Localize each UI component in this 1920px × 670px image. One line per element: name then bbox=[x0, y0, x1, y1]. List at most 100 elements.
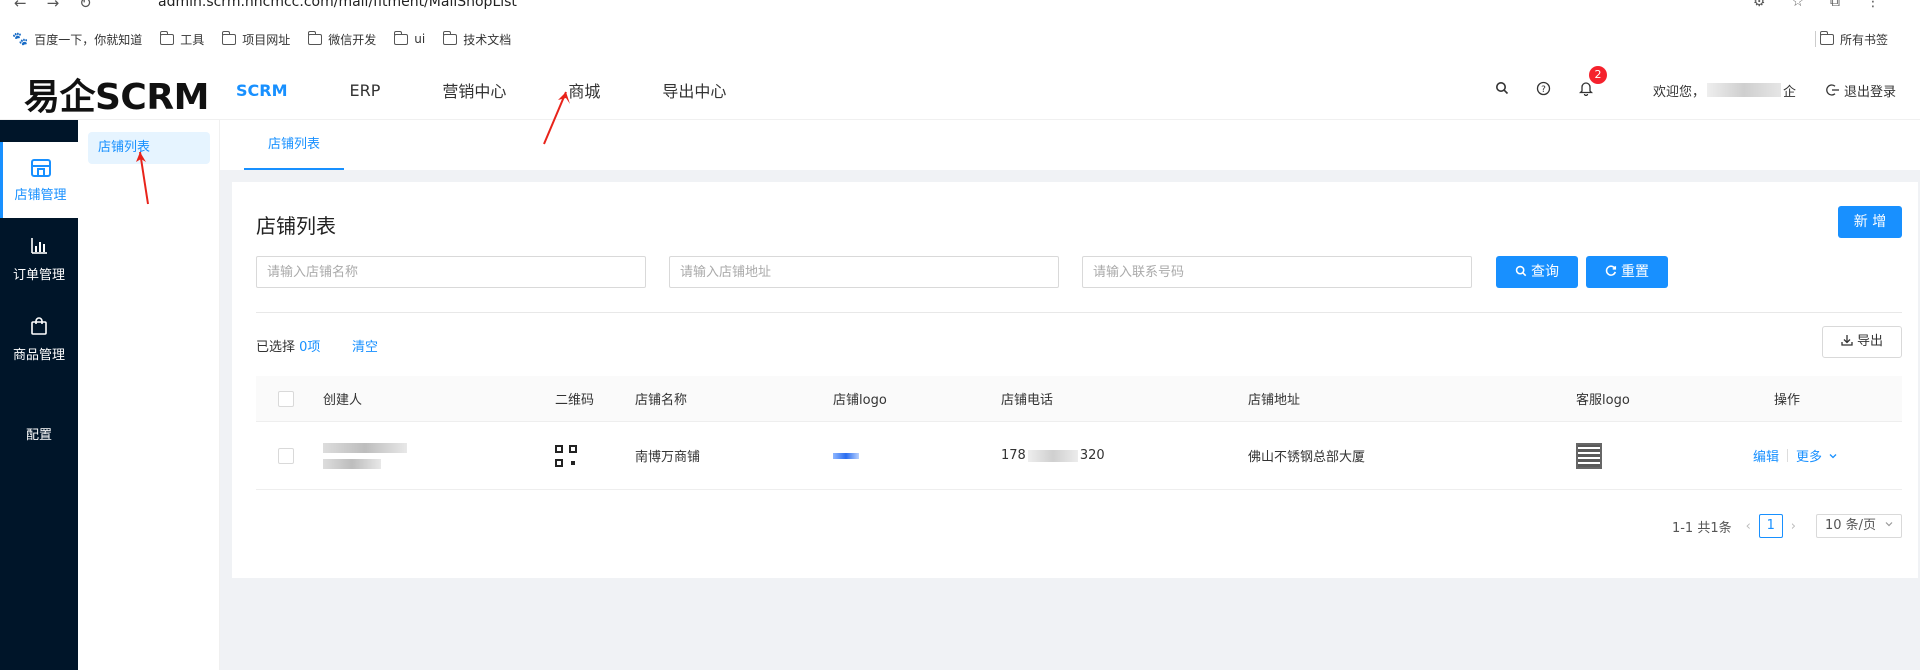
nav-export-center[interactable]: 导出中心 bbox=[662, 78, 726, 102]
shop-address: 佛山不锈钢总部大厦 bbox=[1248, 450, 1366, 465]
all-bookmarks[interactable]: 所有书签 bbox=[1819, 30, 1888, 48]
bookmark-folder-tools[interactable]: 工具 bbox=[159, 30, 205, 48]
logout-button[interactable]: 退出登录 bbox=[1826, 81, 1896, 100]
browser-nav-icons[interactable]: ←→↻ bbox=[14, 0, 112, 12]
qrcode-icon[interactable] bbox=[555, 422, 577, 489]
folder-icon bbox=[442, 30, 458, 45]
more-dropdown[interactable]: 更多 bbox=[1796, 446, 1838, 465]
sidebar-item-order-management[interactable]: 订单管理 bbox=[0, 222, 78, 298]
reload-icon bbox=[1605, 265, 1617, 276]
more-label: 更多 bbox=[1796, 450, 1823, 465]
filter-divider bbox=[256, 312, 1902, 313]
selected-prefix: 已选择 bbox=[256, 340, 296, 355]
reset-label: 重置 bbox=[1621, 264, 1649, 280]
shop-table: 创建人 二维码 店铺名称 店铺logo 店铺电话 店铺地址 客服logo 操作 bbox=[256, 376, 1902, 490]
browser-action-icons[interactable]: ⚙☆⧉⋮ bbox=[1753, 0, 1906, 10]
shop-name-input[interactable] bbox=[256, 256, 646, 288]
page-size-select[interactable]: 10 条/页 bbox=[1816, 514, 1902, 538]
sidebar-item-product-management[interactable]: 商品管理 bbox=[0, 302, 78, 378]
phone-prefix: 178 bbox=[1001, 448, 1026, 463]
nav-erp[interactable]: ERP bbox=[350, 81, 381, 100]
welcome-suffix: 企 bbox=[1782, 84, 1796, 100]
header-actions: ? 2 欢迎您， 企 退出登录 bbox=[1481, 60, 1896, 120]
nav-scrm[interactable]: SCRM bbox=[236, 81, 288, 100]
bookmark-label: 百度一下，你就知道 bbox=[34, 32, 143, 47]
action-divider bbox=[1787, 449, 1789, 462]
address-bar[interactable]: admin.scrm.hncmcc.com/mall/fitment/MallS… bbox=[158, 0, 517, 10]
tab-shop-list[interactable]: 店铺列表 bbox=[244, 130, 344, 170]
bookmark-label: 所有书签 bbox=[1839, 32, 1888, 47]
sidebar-item-shop-management[interactable]: 店铺管理 bbox=[0, 142, 78, 218]
row-checkbox[interactable] bbox=[278, 447, 294, 464]
bookmarks-divider bbox=[1815, 31, 1816, 47]
prev-page-icon[interactable]: ‹ bbox=[1746, 519, 1751, 534]
notification-bell-icon[interactable]: 2 bbox=[1565, 66, 1607, 100]
bar-chart-icon bbox=[0, 236, 78, 260]
shop-icon bbox=[3, 156, 78, 180]
bookmark-baidu[interactable]: 🐾 百度一下，你就知道 bbox=[12, 31, 142, 48]
app-header: 易企SCRM SCRM ERP 营销中心 商城 导出中心 ? 2 欢迎您， 企 … bbox=[0, 60, 1920, 120]
folder-icon bbox=[159, 30, 175, 45]
table-header: 创建人 二维码 店铺名称 店铺logo 店铺电话 店铺地址 客服logo 操作 bbox=[256, 376, 1902, 422]
chevron-down-icon bbox=[1885, 522, 1893, 527]
top-nav: SCRM ERP 营销中心 商城 导出中心 bbox=[236, 60, 788, 120]
col-qrcode: 二维码 bbox=[555, 393, 595, 408]
bookmark-label: 微信开发 bbox=[328, 32, 377, 47]
download-icon bbox=[1841, 335, 1853, 346]
query-label: 查询 bbox=[1531, 264, 1559, 280]
creator-redacted bbox=[323, 422, 407, 489]
search-icon[interactable] bbox=[1481, 81, 1523, 99]
add-shop-button[interactable]: 新 增 bbox=[1838, 206, 1902, 238]
bookmark-folder-ui[interactable]: ui bbox=[393, 30, 426, 46]
reset-button[interactable]: 重置 bbox=[1586, 256, 1668, 288]
config-icon bbox=[0, 396, 78, 420]
phone-suffix: 320 bbox=[1079, 448, 1105, 463]
sidebar-item-config[interactable]: 配置 bbox=[0, 382, 78, 458]
baidu-paw-icon: 🐾 bbox=[12, 31, 29, 47]
next-page-icon[interactable]: › bbox=[1791, 519, 1796, 534]
bookmark-label: 工具 bbox=[180, 32, 205, 47]
sidebar-label: 商品管理 bbox=[12, 348, 65, 363]
logout-icon bbox=[1826, 84, 1839, 96]
nav-marketing[interactable]: 营销中心 bbox=[442, 78, 506, 102]
sidebar-label: 订单管理 bbox=[12, 268, 65, 283]
folder-icon bbox=[1819, 30, 1834, 45]
service-logo-image bbox=[1576, 422, 1602, 489]
folder-icon bbox=[393, 30, 409, 45]
page-title: 店铺列表 bbox=[256, 214, 336, 238]
bookmark-label: 技术文档 bbox=[463, 32, 512, 47]
logout-label: 退出登录 bbox=[1843, 84, 1896, 100]
bookmark-folder-wechat[interactable]: 微信开发 bbox=[307, 30, 377, 48]
select-all-checkbox[interactable] bbox=[278, 390, 294, 407]
help-icon[interactable]: ? bbox=[1523, 81, 1565, 100]
phone-redacted bbox=[1027, 449, 1078, 462]
export-button[interactable]: 导出 bbox=[1822, 326, 1902, 358]
shop-phone: 178 320 bbox=[1001, 422, 1105, 489]
page-tabs: 店铺列表 bbox=[220, 120, 1920, 170]
main-content: 店铺列表 店铺列表 新 增 查询 重置 已选择 0项 清空 导出 创建人 二维码 bbox=[220, 120, 1920, 670]
bookmark-label: ui bbox=[414, 32, 426, 46]
page-size-label: 10 条/页 bbox=[1825, 518, 1877, 533]
bookmark-folder-projects[interactable]: 项目网址 bbox=[221, 30, 290, 48]
search-icon bbox=[1515, 265, 1527, 277]
selected-count: 0项 bbox=[299, 340, 321, 355]
page-number-current[interactable]: 1 bbox=[1758, 514, 1783, 538]
annotation-arrow-mall bbox=[543, 91, 570, 145]
welcome-text: 欢迎您， bbox=[1652, 84, 1705, 100]
bookmark-folder-docs[interactable]: 技术文档 bbox=[442, 30, 512, 48]
row-actions: 编辑 更多 bbox=[1753, 422, 1838, 489]
query-button[interactable]: 查询 bbox=[1496, 256, 1578, 288]
col-shop-address: 店铺地址 bbox=[1248, 393, 1301, 408]
sidebar-label: 配置 bbox=[25, 428, 52, 443]
contact-phone-input[interactable] bbox=[1082, 256, 1472, 288]
clear-selection-link[interactable]: 清空 bbox=[352, 336, 378, 355]
shop-address-input[interactable] bbox=[669, 256, 1059, 288]
svg-text:?: ? bbox=[1542, 85, 1547, 95]
selection-info: 已选择 0项 bbox=[256, 336, 320, 355]
edit-link[interactable]: 编辑 bbox=[1753, 446, 1779, 465]
col-shop-name: 店铺名称 bbox=[635, 393, 688, 408]
sidebar-label: 店铺管理 bbox=[14, 188, 67, 203]
col-shop-phone: 店铺电话 bbox=[1001, 393, 1054, 408]
pagination: 1-1 共1条 ‹ 1 › 10 条/页 bbox=[1672, 514, 1902, 538]
col-creator: 创建人 bbox=[323, 393, 363, 408]
